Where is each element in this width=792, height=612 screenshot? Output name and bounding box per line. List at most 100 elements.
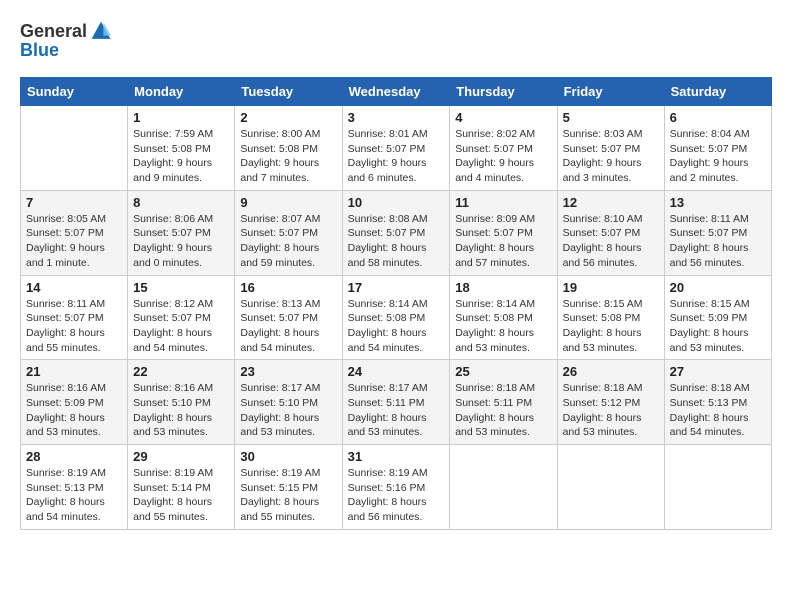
calendar-cell: 11Sunrise: 8:09 AMSunset: 5:07 PMDayligh… [450,190,557,275]
calendar-week-row: 1Sunrise: 7:59 AMSunset: 5:08 PMDaylight… [21,106,772,191]
day-info: Sunrise: 8:07 AMSunset: 5:07 PMDaylight:… [240,212,336,271]
day-number: 31 [348,449,445,464]
calendar-cell: 2Sunrise: 8:00 AMSunset: 5:08 PMDaylight… [235,106,342,191]
day-info: Sunrise: 8:17 AMSunset: 5:11 PMDaylight:… [348,381,445,440]
day-number: 13 [670,195,766,210]
calendar-cell: 6 Sunrise: 8:04 AMSunset: 5:07 PMDaylight… [664,106,771,191]
calendar-cell: 8 Sunrise: 8:06 AMSunset: 5:07 PMDaylight… [128,190,235,275]
day-info: Sunrise: 8:15 AMSunset: 5:08 PMDaylight:… [563,297,659,356]
day-info: Sunrise: 8:04 AMSunset: 5:07 PMDaylight:… [670,127,766,186]
day-info: Sunrise: 8:06 AMSunset: 5:07 PMDaylight:… [133,212,229,271]
calendar-cell: 1Sunrise: 7:59 AMSunset: 5:08 PMDaylight… [128,106,235,191]
weekday-header: Saturday [664,78,771,106]
day-number: 7 [26,195,122,210]
calendar-cell: 17 Sunrise: 8:14 AMSunset: 5:08 PMDayligh… [342,275,450,360]
day-number: 17 [348,280,445,295]
calendar-cell: 9 Sunrise: 8:07 AMSunset: 5:07 PMDaylight… [235,190,342,275]
day-info: Sunrise: 8:16 AMSunset: 5:09 PMDaylight:… [26,381,122,440]
day-info: Sunrise: 8:14 AMSunset: 5:08 PMDaylight:… [455,297,551,356]
day-info: Sunrise: 8:16 AMSunset: 5:10 PMDaylight:… [133,381,229,440]
weekday-header: Monday [128,78,235,106]
day-number: 30 [240,449,336,464]
logo-blue-text: Blue [20,40,59,61]
day-number: 10 [348,195,445,210]
calendar-cell: 23 Sunrise: 8:17 AMSunset: 5:10 PMDayligh… [235,360,342,445]
day-info: Sunrise: 8:12 AMSunset: 5:07 PMDaylight:… [133,297,229,356]
calendar-cell: 16 Sunrise: 8:13 AMSunset: 5:07 PMDayligh… [235,275,342,360]
day-number: 4 [455,110,551,125]
page-header: General Blue [20,20,772,61]
calendar-cell: 24Sunrise: 8:17 AMSunset: 5:11 PMDayligh… [342,360,450,445]
weekday-header: Sunday [21,78,128,106]
calendar-week-row: 7Sunrise: 8:05 AMSunset: 5:07 PMDaylight… [21,190,772,275]
day-number: 1 [133,110,229,125]
day-info: Sunrise: 8:19 AMSunset: 5:13 PMDaylight:… [26,466,122,525]
day-number: 26 [563,364,659,379]
day-number: 16 [240,280,336,295]
day-info: Sunrise: 8:19 AMSunset: 5:15 PMDaylight:… [240,466,336,525]
calendar-cell: 18 Sunrise: 8:14 AMSunset: 5:08 PMDayligh… [450,275,557,360]
weekday-header: Tuesday [235,78,342,106]
calendar-cell: 28Sunrise: 8:19 AMSunset: 5:13 PMDayligh… [21,445,128,530]
day-number: 19 [563,280,659,295]
calendar-cell: 19 Sunrise: 8:15 AMSunset: 5:08 PMDayligh… [557,275,664,360]
day-number: 5 [563,110,659,125]
day-info: Sunrise: 8:03 AMSunset: 5:07 PMDaylight:… [563,127,659,186]
weekday-header: Friday [557,78,664,106]
day-info: Sunrise: 8:11 AMSunset: 5:07 PMDaylight:… [670,212,766,271]
calendar-cell [450,445,557,530]
day-info: Sunrise: 8:08 AMSunset: 5:07 PMDaylight:… [348,212,445,271]
day-number: 3 [348,110,445,125]
logo-top: General [20,20,112,42]
day-number: 25 [455,364,551,379]
calendar-week-row: 21 Sunrise: 8:16 AMSunset: 5:09 PMDayligh… [21,360,772,445]
day-info: Sunrise: 8:19 AMSunset: 5:14 PMDaylight:… [133,466,229,525]
weekday-header: Wednesday [342,78,450,106]
day-number: 8 [133,195,229,210]
calendar-cell: 7Sunrise: 8:05 AMSunset: 5:07 PMDaylight… [21,190,128,275]
calendar-cell: 31Sunrise: 8:19 AMSunset: 5:16 PMDayligh… [342,445,450,530]
calendar-cell: 4 Sunrise: 8:02 AMSunset: 5:07 PMDaylight… [450,106,557,191]
calendar-week-row: 14Sunrise: 8:11 AMSunset: 5:07 PMDayligh… [21,275,772,360]
day-info: Sunrise: 8:02 AMSunset: 5:07 PMDaylight:… [455,127,551,186]
day-info: Sunrise: 8:14 AMSunset: 5:08 PMDaylight:… [348,297,445,356]
day-number: 22 [133,364,229,379]
day-info: Sunrise: 8:09 AMSunset: 5:07 PMDaylight:… [455,212,551,271]
calendar-week-row: 28Sunrise: 8:19 AMSunset: 5:13 PMDayligh… [21,445,772,530]
calendar-header-row: SundayMondayTuesdayWednesdayThursdayFrid… [21,78,772,106]
day-info: Sunrise: 8:11 AMSunset: 5:07 PMDaylight:… [26,297,122,356]
day-number: 6 [670,110,766,125]
calendar-cell [557,445,664,530]
calendar-cell: 3 Sunrise: 8:01 AMSunset: 5:07 PMDaylight… [342,106,450,191]
logo-icon [90,20,112,42]
calendar-cell: 25 Sunrise: 8:18 AMSunset: 5:11 PMDayligh… [450,360,557,445]
calendar-cell: 12 Sunrise: 8:10 AMSunset: 5:07 PMDayligh… [557,190,664,275]
logo-container: General Blue [20,20,112,61]
calendar-cell: 13 Sunrise: 8:11 AMSunset: 5:07 PMDayligh… [664,190,771,275]
calendar-cell: 21 Sunrise: 8:16 AMSunset: 5:09 PMDayligh… [21,360,128,445]
day-info: Sunrise: 8:01 AMSunset: 5:07 PMDaylight:… [348,127,445,186]
calendar-cell [664,445,771,530]
calendar-cell: 15 Sunrise: 8:12 AMSunset: 5:07 PMDayligh… [128,275,235,360]
calendar-cell [21,106,128,191]
day-info: Sunrise: 8:17 AMSunset: 5:10 PMDaylight:… [240,381,336,440]
day-number: 23 [240,364,336,379]
day-info: Sunrise: 8:18 AMSunset: 5:11 PMDaylight:… [455,381,551,440]
day-number: 9 [240,195,336,210]
calendar-table: SundayMondayTuesdayWednesdayThursdayFrid… [20,77,772,530]
day-info: Sunrise: 8:13 AMSunset: 5:07 PMDaylight:… [240,297,336,356]
day-number: 15 [133,280,229,295]
calendar-cell: 5 Sunrise: 8:03 AMSunset: 5:07 PMDaylight… [557,106,664,191]
calendar-cell: 30 Sunrise: 8:19 AMSunset: 5:15 PMDayligh… [235,445,342,530]
calendar-cell: 29 Sunrise: 8:19 AMSunset: 5:14 PMDayligh… [128,445,235,530]
day-number: 21 [26,364,122,379]
day-info: Sunrise: 8:10 AMSunset: 5:07 PMDaylight:… [563,212,659,271]
day-number: 12 [563,195,659,210]
day-number: 27 [670,364,766,379]
day-info: Sunrise: 8:18 AMSunset: 5:13 PMDaylight:… [670,381,766,440]
calendar-cell: 22 Sunrise: 8:16 AMSunset: 5:10 PMDayligh… [128,360,235,445]
day-number: 29 [133,449,229,464]
day-number: 18 [455,280,551,295]
calendar-cell: 10 Sunrise: 8:08 AMSunset: 5:07 PMDayligh… [342,190,450,275]
day-info: Sunrise: 8:18 AMSunset: 5:12 PMDaylight:… [563,381,659,440]
